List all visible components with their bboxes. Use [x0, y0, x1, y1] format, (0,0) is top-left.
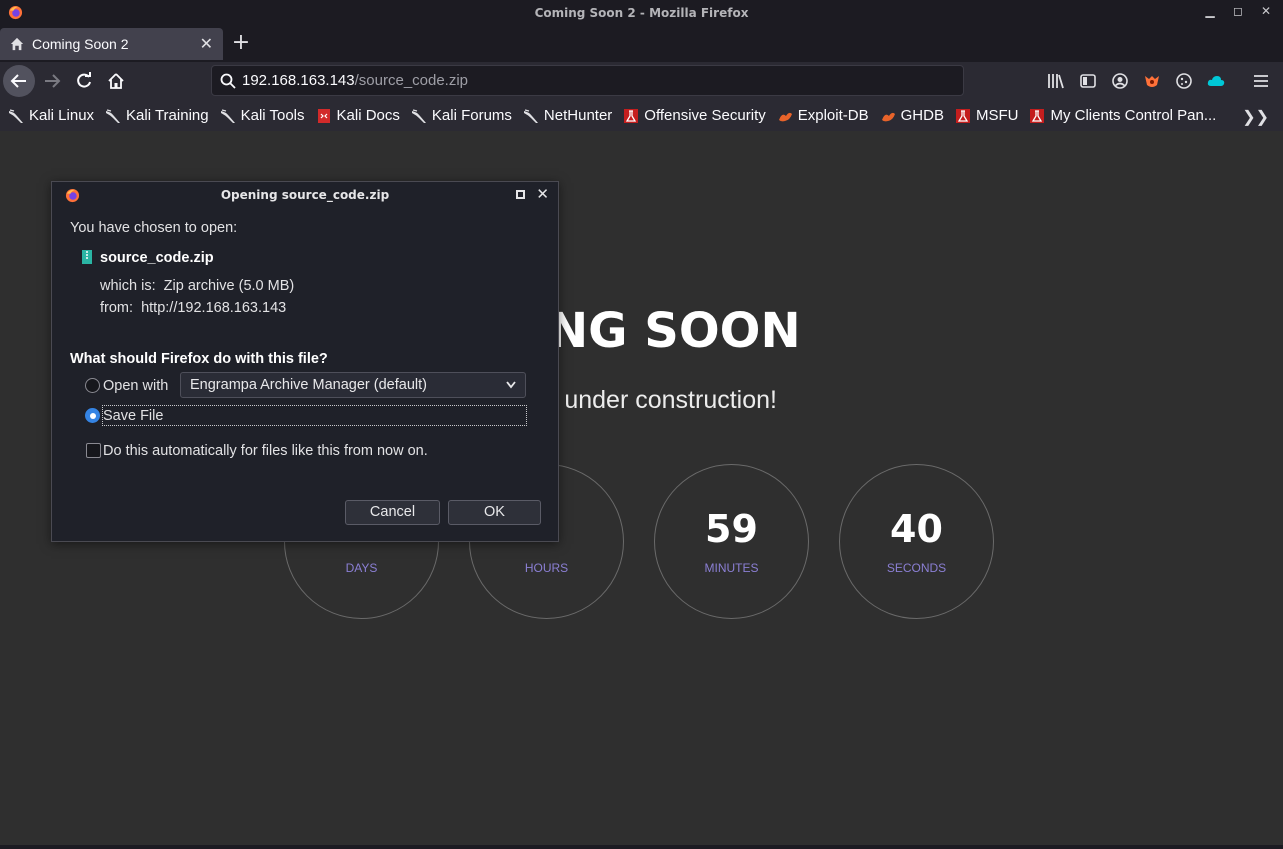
from-value: http://192.168.163.143 — [141, 300, 287, 316]
toolbar-icons — [1046, 71, 1226, 91]
kali-dragon-icon — [411, 108, 426, 123]
bookmarks-overflow-icon[interactable]: ❯❯ — [1242, 107, 1269, 127]
kali-dragon-icon — [523, 108, 538, 123]
offsec-icon — [955, 108, 970, 123]
bookmark-item[interactable]: Kali Linux — [8, 107, 94, 124]
bookmark-item[interactable]: Offensive Security — [623, 107, 766, 124]
home-icon — [10, 37, 24, 51]
from-row: from: http://192.168.163.143 — [100, 300, 286, 316]
reload-button[interactable] — [68, 65, 100, 97]
tab-label: Coming Soon 2 — [32, 36, 129, 52]
cancel-button[interactable]: Cancel — [345, 500, 440, 525]
foxyproxy-icon[interactable] — [1142, 71, 1162, 91]
bookmark-item[interactable]: GHDB — [880, 107, 944, 124]
home-button[interactable] — [100, 65, 132, 97]
url-host: 192.168.163.143 — [242, 72, 355, 89]
back-arrow-icon — [10, 74, 26, 88]
zip-file-icon — [82, 250, 92, 264]
reload-icon — [77, 72, 91, 88]
save-file-focus-ring — [102, 405, 527, 426]
bookmark-item[interactable]: Exploit-DB — [777, 107, 869, 124]
dialog-filename: source_code.zip — [100, 250, 214, 266]
auto-label[interactable]: Do this automatically for files like thi… — [103, 443, 428, 459]
countdown-seconds: 40 SECONDS — [839, 464, 994, 619]
dialog-title: Opening source_code.zip — [220, 188, 390, 202]
countdown-value: 40 — [890, 507, 943, 551]
url-path: /source_code.zip — [354, 72, 469, 89]
ok-button[interactable]: OK — [448, 500, 541, 525]
offsec-icon — [624, 108, 639, 123]
forward-button[interactable] — [36, 65, 68, 97]
search-icon — [220, 73, 236, 89]
back-button[interactable] — [3, 65, 35, 97]
menu-icon[interactable] — [1251, 71, 1271, 91]
exploitdb-icon — [881, 112, 895, 121]
kali-dragon-icon — [106, 108, 121, 123]
countdown-value: 59 — [705, 507, 758, 551]
library-icon[interactable] — [1046, 71, 1066, 91]
bookmark-item[interactable]: MSFU — [955, 107, 1018, 124]
sidebar-icon[interactable] — [1078, 71, 1098, 91]
bookmark-item[interactable]: Kali Tools — [220, 107, 305, 124]
window-title: Coming Soon 2 - Mozilla Firefox — [534, 6, 749, 20]
which-is-row: which is: Zip archive (5.0 MB) — [100, 278, 294, 294]
open-with-select[interactable]: Engrampa Archive Manager (default) — [180, 372, 526, 398]
save-file-label[interactable]: Save File — [103, 408, 163, 424]
url-bar[interactable]: 192.168.163.143/source_code.zip — [211, 65, 964, 96]
download-dialog: Opening source_code.zip ✕ You have chose… — [51, 181, 559, 542]
new-tab-icon[interactable]: + — [229, 30, 253, 55]
exploitdb-icon — [778, 112, 792, 121]
bookmark-item[interactable]: Kali Training — [105, 107, 209, 124]
tab-close-icon[interactable]: ✕ — [200, 34, 213, 53]
tab-strip: Coming Soon 2 ✕ + — [0, 26, 1283, 62]
open-with-app: Engrampa Archive Manager (default) — [190, 377, 427, 393]
open-with-radio[interactable] — [85, 378, 100, 393]
window-titlebar: Coming Soon 2 - Mozilla Firefox ▁ ◻ ✕ — [0, 0, 1283, 26]
bookmark-item[interactable]: Kali Forums — [411, 107, 512, 124]
countdown-unit: HOURS — [524, 561, 569, 575]
minimize-icon[interactable]: ▁ — [1203, 4, 1217, 18]
kali-dragon-icon — [220, 108, 235, 123]
chevron-down-icon — [505, 373, 517, 405]
account-icon[interactable] — [1110, 71, 1130, 91]
which-is-value: Zip archive (5.0 MB) — [163, 278, 295, 294]
close-window-icon[interactable]: ✕ — [1259, 4, 1273, 18]
bookmark-item[interactable]: Kali Docs — [316, 107, 400, 124]
dialog-question: What should Firefox do with this file? — [70, 351, 328, 367]
forward-arrow-icon — [45, 74, 61, 88]
bookmarks-toolbar: Kali Linux Kali Training Kali Tools Kali… — [0, 100, 1283, 131]
firefox-logo-icon — [8, 5, 23, 20]
kali-docs-icon — [317, 108, 330, 123]
open-with-label[interactable]: Open with — [103, 378, 168, 394]
maximize-icon[interactable]: ◻ — [1231, 4, 1245, 18]
countdown-unit: SECONDS — [886, 561, 947, 575]
window-controls: ▁ ◻ ✕ — [1203, 4, 1273, 18]
cloud-icon[interactable] — [1206, 71, 1226, 91]
countdown-unit: MINUTES — [704, 561, 759, 575]
countdown-minutes: 59 MINUTES — [654, 464, 809, 619]
dialog-close-icon[interactable]: ✕ — [536, 185, 549, 203]
bookmark-item[interactable]: My Clients Control Pan... — [1029, 107, 1216, 124]
dialog-maximize-icon[interactable] — [516, 190, 525, 199]
dialog-intro: You have chosen to open: — [70, 220, 238, 236]
countdown-unit: DAYS — [345, 561, 378, 575]
cookie-icon[interactable] — [1174, 71, 1194, 91]
kali-dragon-icon — [9, 108, 23, 123]
which-is-label: which is: — [100, 278, 156, 294]
from-label: from: — [100, 300, 134, 316]
tab-coming-soon[interactable]: Coming Soon 2 ✕ — [0, 28, 223, 60]
save-file-radio[interactable] — [85, 408, 100, 423]
auto-checkbox[interactable] — [86, 443, 101, 458]
navigation-toolbar: 192.168.163.143/source_code.zip — [0, 62, 1283, 100]
window-bottom-border — [0, 845, 1283, 849]
home-icon — [108, 73, 124, 89]
offsec-icon — [1030, 108, 1045, 123]
bookmark-item[interactable]: NetHunter — [523, 107, 612, 124]
